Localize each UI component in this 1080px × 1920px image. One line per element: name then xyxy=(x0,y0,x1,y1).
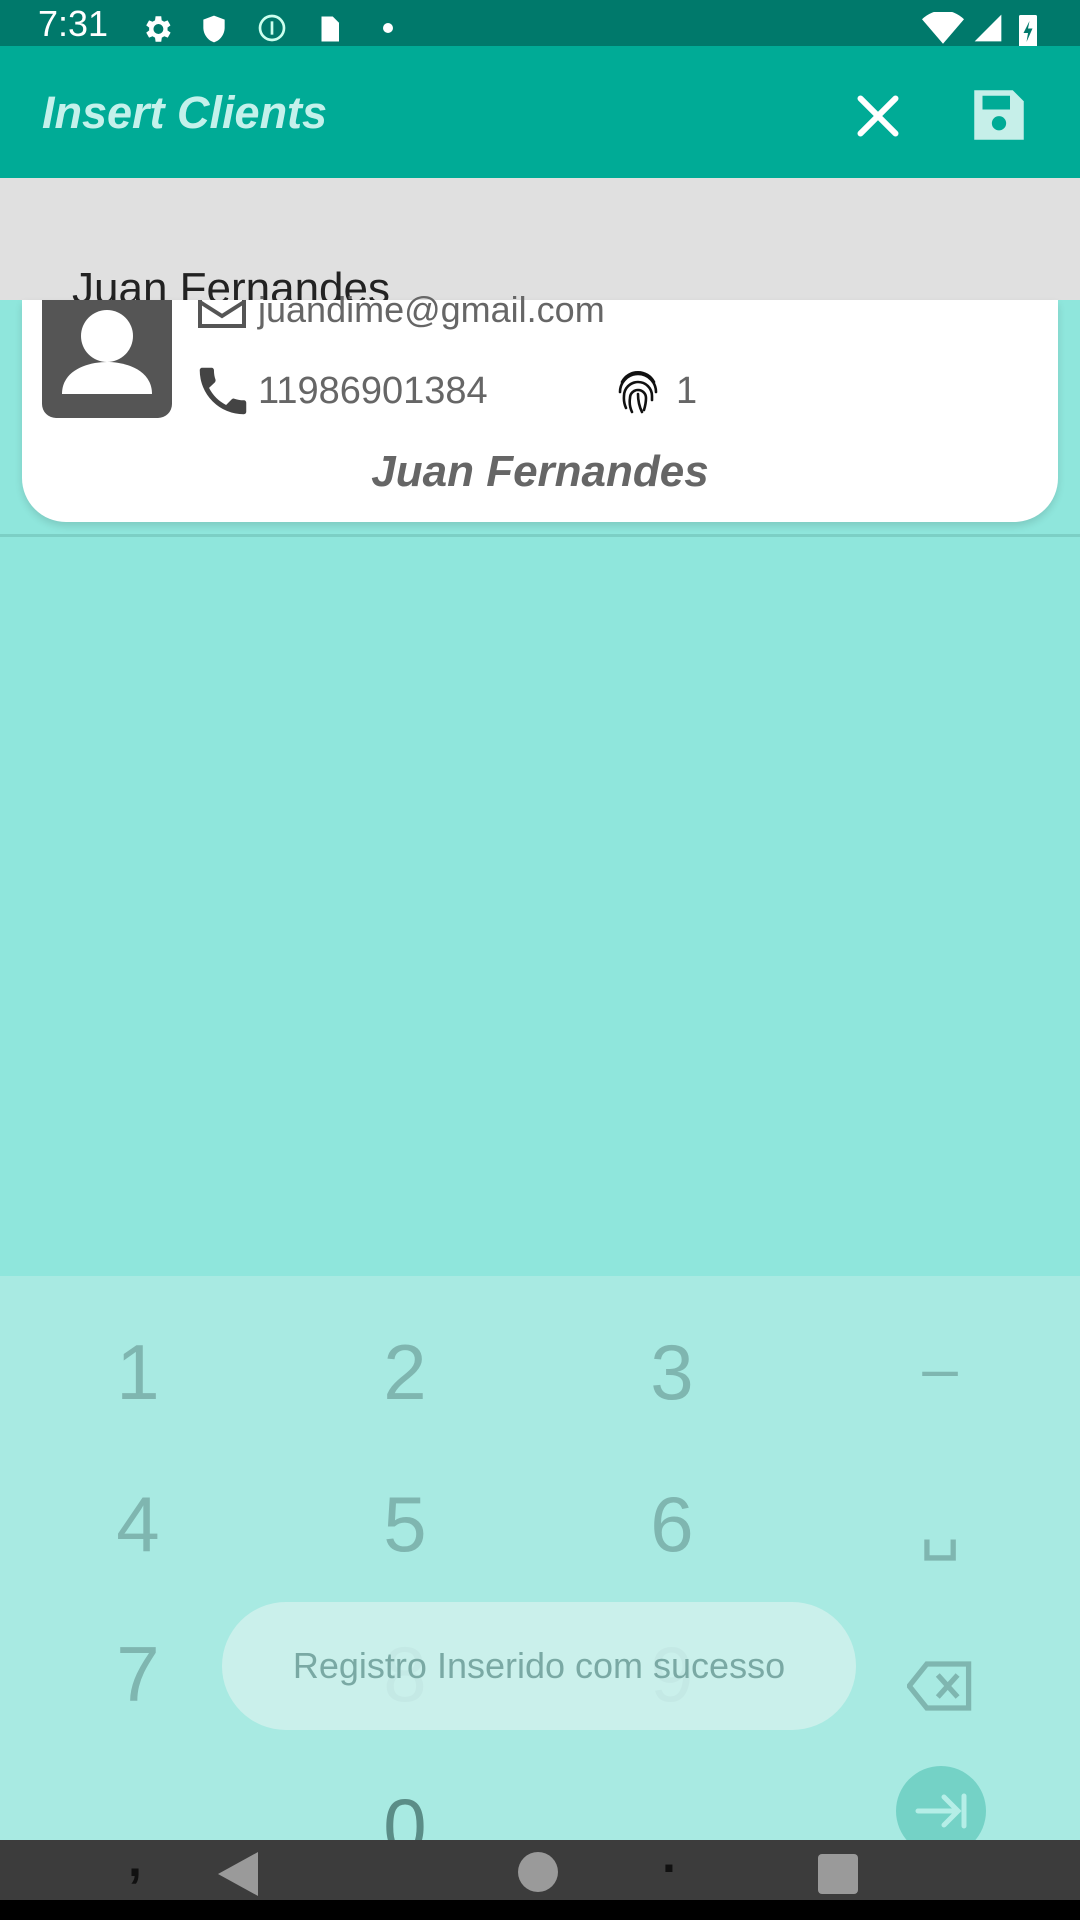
numeric-keyboard: 1 2 3 – 4 5 6 ␣ 7 8 9 0 xyxy=(0,1276,1080,1866)
app-bar: Insert Clients xyxy=(0,46,1080,178)
back-icon[interactable] xyxy=(218,1852,258,1896)
navigation-bar: , . xyxy=(0,1830,1080,1920)
phone-icon xyxy=(199,367,247,415)
save-icon xyxy=(974,90,1024,140)
key-7[interactable]: 7 xyxy=(38,1634,238,1714)
toast-message: Registro Inserido com sucesso xyxy=(292,1645,786,1686)
dot-icon xyxy=(383,23,393,33)
person-icon xyxy=(62,310,152,394)
home-icon[interactable] xyxy=(518,1852,558,1892)
client-email: juandime@gmail.com xyxy=(258,289,605,330)
wifi-icon xyxy=(922,12,964,44)
name-input-area: Juan Fernandes xyxy=(0,178,1080,300)
client-card-name: Juan Fernandes xyxy=(371,447,709,496)
key-6[interactable]: 6 xyxy=(572,1484,772,1564)
key-comma[interactable]: , xyxy=(128,1834,142,1884)
avatar xyxy=(42,300,172,418)
signal-icon xyxy=(974,14,1002,42)
key-backspace[interactable] xyxy=(840,1644,1040,1724)
shield-icon xyxy=(203,15,225,43)
toast: Registro Inserido com sucesso xyxy=(222,1602,856,1730)
backspace-icon xyxy=(905,1661,972,1711)
key-1[interactable]: 1 xyxy=(38,1332,238,1412)
close-button[interactable] xyxy=(848,86,908,146)
client-id-value: 1 xyxy=(676,370,698,412)
key-space[interactable]: ␣ xyxy=(840,1484,1040,1564)
client-phone: 11986901384 xyxy=(258,370,488,412)
client-card[interactable]: juandime@gmail.com 11986901384 1 Juan Fe… xyxy=(22,292,1058,522)
divider xyxy=(0,534,1080,537)
key-3[interactable]: 3 xyxy=(572,1332,772,1412)
key-5[interactable]: 5 xyxy=(305,1484,505,1564)
battery-charging-icon xyxy=(1019,15,1037,48)
key-4[interactable]: 4 xyxy=(38,1484,238,1564)
key-dot[interactable]: . xyxy=(662,1830,676,1880)
status-time: 7:31 xyxy=(38,3,109,44)
email-icon xyxy=(198,300,246,328)
page-title: Insert Clients xyxy=(42,87,328,138)
key-2[interactable]: 2 xyxy=(305,1332,505,1412)
key-dash[interactable]: – xyxy=(840,1328,1040,1408)
fingerprint-icon xyxy=(618,370,658,414)
sd-card-icon xyxy=(321,16,339,42)
close-icon xyxy=(857,95,899,137)
recents-icon[interactable] xyxy=(818,1854,858,1894)
status-bar: 7:31 xyxy=(0,0,1080,48)
info-icon xyxy=(258,14,286,42)
save-button[interactable] xyxy=(966,82,1032,148)
settings-icon xyxy=(146,16,171,42)
